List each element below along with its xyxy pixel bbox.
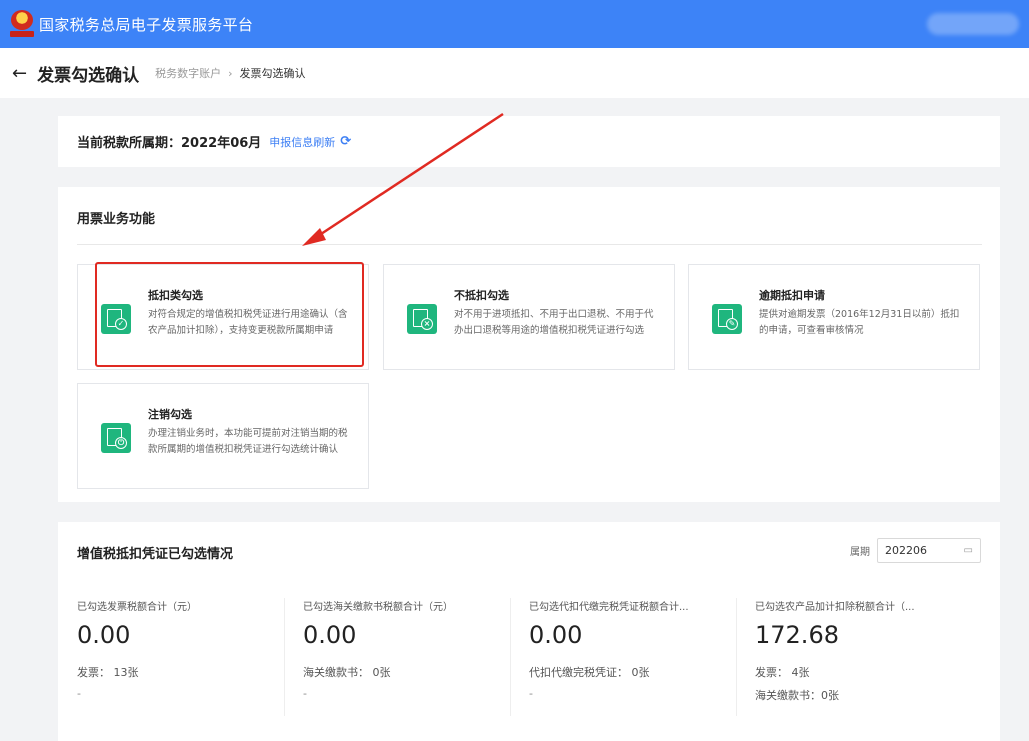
stat-label: 已勾选农产品加计扣除税额合计（... xyxy=(755,602,915,613)
card-description: 提供对逾期发票（2016年12月31日以前）抵扣的申请，可查看审核情况 xyxy=(759,309,960,336)
tax-emblem-logo xyxy=(10,10,34,38)
divider xyxy=(77,244,982,245)
top-bar: 国家税务总局电子发票服务平台 xyxy=(0,0,1029,48)
summary-section-title: 增值税抵扣凭证已勾选情况 xyxy=(77,547,234,562)
refresh-declaration-link[interactable]: 申报信息刷新 xyxy=(269,134,335,150)
stat-detail-secondary: - xyxy=(77,687,81,700)
divider xyxy=(284,598,285,716)
breadcrumb-item-tax-account[interactable]: 税务数字账户 xyxy=(155,65,221,81)
stat-withholding-tax-total: 已勾选代扣代缴完税凭证税额合计... 0.00 代扣代缴完税凭证： 0张 - xyxy=(529,598,755,716)
card-title: 注销勾选 xyxy=(148,408,192,421)
stat-agricultural-deduction-total: 已勾选农产品加计扣除税额合计（... 172.68 发票： 4张 海关缴款书：0… xyxy=(755,598,981,716)
stat-value: 0.00 xyxy=(529,621,583,649)
stat-customs-tax-total: 已勾选海关缴款书税额合计（元） 0.00 海关缴款书： 0张 - xyxy=(303,598,529,716)
cross-document-icon: × xyxy=(407,304,437,334)
back-arrow-icon[interactable]: ← xyxy=(12,63,27,84)
functions-panel: 用票业务功能 ✓ 抵扣类勾选 对符合规定的增值税扣税凭证进行用途确认（含农产品加… xyxy=(58,187,1000,502)
card-overdue-deduction-application[interactable]: ✎ 逾期抵扣申请 提供对逾期发票（2016年12月31日以前）抵扣的申请，可查看… xyxy=(688,264,980,370)
refresh-icon[interactable]: ⟳ xyxy=(340,134,351,149)
divider xyxy=(736,598,737,716)
calendar-icon: ▭ xyxy=(963,545,973,556)
current-period-panel: 当前税款所属期： 2022年06月 申报信息刷新 ⟳ xyxy=(58,116,1000,167)
stat-detail: 发票： 13张 xyxy=(77,666,139,679)
period-picker-label: 属期 xyxy=(850,547,870,558)
card-non-deductible-selection[interactable]: × 不抵扣勾选 对不用于进项抵扣、不用于出口退税、不用于代办出口退税等用途的增值… xyxy=(383,264,675,370)
stat-label: 已勾选发票税额合计（元） xyxy=(77,602,197,613)
stat-label: 已勾选海关缴款书税额合计（元） xyxy=(303,602,453,613)
stat-detail-secondary: - xyxy=(529,687,533,700)
period-picker: 属期 202206 ▭ xyxy=(850,538,981,563)
functions-section-title: 用票业务功能 xyxy=(77,212,156,227)
breadcrumb-item-current: 发票勾选确认 xyxy=(239,67,306,80)
page-header: ← 发票勾选确认 税务数字账户 › 发票勾选确认 xyxy=(0,48,1029,98)
power-document-icon: ⏻ xyxy=(101,423,131,453)
stat-label: 已勾选代扣代缴完税凭证税额合计... xyxy=(529,602,689,613)
page-title: 发票勾选确认 xyxy=(37,65,140,86)
period-value: 2022年06月 xyxy=(181,136,262,151)
stat-value: 172.68 xyxy=(755,621,839,649)
stat-detail: 代扣代缴完税凭证： 0张 xyxy=(529,666,650,679)
card-description: 对不用于进项抵扣、不用于出口退税、不用于代办出口退税等用途的增值税扣税凭证进行勾… xyxy=(454,309,654,336)
stat-detail: 发票： 4张 xyxy=(755,666,810,679)
card-description: 办理注销业务时，本功能可提前对注销当期的税款所属期的增值税扣税凭证进行勾选统计确… xyxy=(148,428,348,455)
stat-detail-secondary: 海关缴款书：0张 xyxy=(755,689,839,702)
card-title: 抵扣类勾选 xyxy=(148,289,203,302)
period-select-value: 202206 xyxy=(885,544,927,557)
selection-summary-panel: 增值税抵扣凭证已勾选情况 属期 202206 ▭ 已勾选发票税额合计（元） 0.… xyxy=(58,522,1000,741)
card-description: 对符合规定的增值税扣税凭证进行用途确认（含农产品加计扣除），支持变更税款所属期申… xyxy=(148,309,348,336)
user-account-blurred[interactable] xyxy=(927,13,1019,35)
card-deductible-selection[interactable]: ✓ 抵扣类勾选 对符合规定的增值税扣税凭证进行用途确认（含农产品加计扣除），支持… xyxy=(77,264,369,370)
breadcrumb: 税务数字账户 › 发票勾选确认 xyxy=(155,65,305,81)
card-title: 逾期抵扣申请 xyxy=(759,289,825,302)
stat-detail-secondary: - xyxy=(303,687,307,700)
check-document-icon: ✓ xyxy=(101,304,131,334)
card-cancellation-selection[interactable]: ⏻ 注销勾选 办理注销业务时，本功能可提前对注销当期的税款所属期的增值税扣税凭证… xyxy=(77,383,369,489)
card-title: 不抵扣勾选 xyxy=(454,289,509,302)
period-label: 当前税款所属期： xyxy=(77,136,182,151)
stat-detail: 海关缴款书： 0张 xyxy=(303,666,391,679)
divider xyxy=(510,598,511,716)
stat-value: 0.00 xyxy=(303,621,357,649)
period-select-input[interactable]: 202206 ▭ xyxy=(877,538,981,563)
platform-title: 国家税务总局电子发票服务平台 xyxy=(39,15,254,34)
chevron-right-icon: › xyxy=(228,66,233,80)
stat-invoice-tax-total: 已勾选发票税额合计（元） 0.00 发票： 13张 - xyxy=(77,598,303,716)
edit-document-icon: ✎ xyxy=(712,304,742,334)
stat-value: 0.00 xyxy=(77,621,131,649)
